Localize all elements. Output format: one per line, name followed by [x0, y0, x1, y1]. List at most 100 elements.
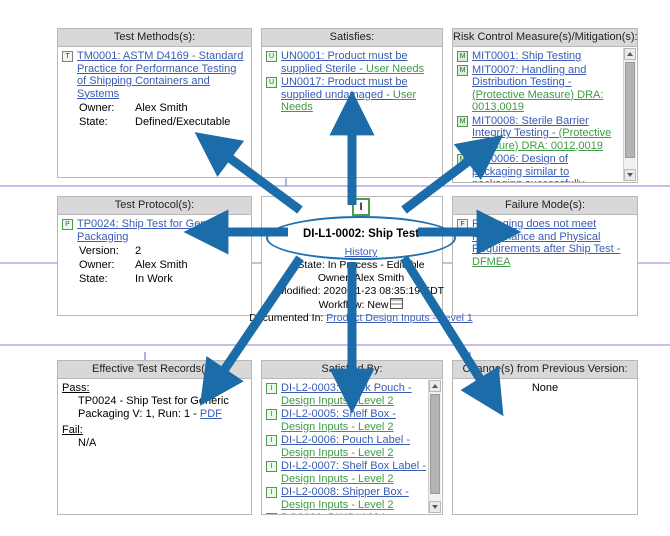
user-need-link[interactable]: UN0017: Product must be supplied undamag… — [281, 76, 408, 101]
design-input-type: Design Inputs - Level 2 — [281, 498, 394, 511]
field-version-label: Version: — [79, 245, 119, 257]
panel-body-satisfied-by: I DI-L2-0003: Tyvek Pouch - Design Input… — [262, 379, 442, 514]
panel-body-test-methods: T TM0001: ASTM D4169 - Standard Practice… — [58, 47, 251, 177]
field-state-value: Defined/Executable — [135, 116, 231, 128]
mitigation-link[interactable]: MIT0007: Handling and Distribution Testi… — [472, 64, 586, 89]
field-version: Version: 2 — [79, 244, 247, 258]
mitigation-icon: M — [457, 115, 468, 127]
panel-failure-modes: Failure Mode(s): F Packaging does not me… — [452, 196, 638, 316]
design-input-icon: I — [266, 409, 277, 420]
field-state-label: State: — [79, 273, 108, 285]
scroll-thumb[interactable] — [430, 394, 440, 494]
test-protocol-link[interactable]: TP0024: Ship Test for Generic Packaging — [77, 218, 224, 243]
design-input-link[interactable]: DI-L2-0005: Shelf Box - — [281, 408, 396, 420]
design-input-type: Design Inputs - Level 2 — [281, 420, 394, 433]
design-input-icon: I — [352, 198, 370, 216]
design-input-link[interactable]: DI-L2-0007: Shelf Box Label - — [281, 460, 426, 472]
user-need-type: User Needs — [366, 62, 425, 75]
field-owner: Owner: Alex Smith — [79, 101, 247, 115]
panel-body-satisfies: U UN0001: Product must be supplied Steri… — [262, 47, 442, 177]
design-input-icon: I — [266, 383, 277, 394]
node-title: DI-L1-0002: Ship Test — [302, 228, 420, 240]
field-state: State: In Work — [79, 272, 247, 286]
failure-mode-icon: F — [457, 219, 468, 230]
panel-title-risk-control: Risk Control Measure(s)/Mitigation(s): — [453, 29, 637, 47]
test-method-link[interactable]: TM0001: ASTM D4169 - Standard Practice f… — [77, 50, 243, 100]
pass-label: Pass: — [62, 382, 90, 394]
list-item[interactable]: M MIT0006: Design of packaging similar t… — [457, 153, 621, 182]
history-link[interactable]: History — [345, 246, 378, 258]
scroll-up-button[interactable] — [624, 48, 636, 60]
list-item[interactable]: M MIT0008: Sterile Barrier Integrity Tes… — [457, 115, 621, 153]
field-owner-label: Owner: — [79, 259, 115, 271]
changes-value: None — [531, 382, 559, 394]
mitigation-link[interactable]: MIT0001: Ship Testing — [472, 50, 581, 62]
panel-title-failure-modes: Failure Mode(s): — [453, 197, 637, 215]
mitigation-detail: (Protective Measure) DRA: 0013,0019 — [472, 88, 604, 114]
list-item[interactable]: U UN0017: Product must be supplied undam… — [266, 76, 438, 114]
panel-body-test-protocol: P TP0024: Ship Test for Generic Packagin… — [58, 215, 251, 315]
test-method-icon: T — [62, 51, 73, 62]
scrollbar-risk-control[interactable] — [623, 48, 636, 181]
user-need-icon: U — [266, 77, 277, 88]
field-state: State: Defined/Executable — [79, 115, 247, 129]
field-version-value: 2 — [135, 245, 142, 257]
panel-title-effective-test-records: Effective Test Records(s): — [58, 361, 251, 379]
list-item[interactable]: M MIT0001: Ship Testing — [457, 50, 621, 63]
panel-body-risk-control: M MIT0001: Ship Testing M MIT0007: Handl… — [453, 47, 637, 182]
list-item[interactable]: O DO0009: DWG#1234 Finished Good assembl… — [266, 512, 426, 514]
panel-title-test-methods: Test Methods(s): — [58, 29, 251, 47]
workflow-icon[interactable] — [390, 298, 404, 309]
fail-label: Fail: — [62, 424, 83, 436]
list-item[interactable]: U UN0001: Product must be supplied Steri… — [266, 50, 438, 75]
panel-satisfied-by: Satisfied By: I DI-L2-0003: Tyvek Pouch … — [261, 360, 443, 515]
pdf-link[interactable]: PDF — [200, 408, 222, 420]
list-item[interactable]: I DI-L2-0005: Shelf Box - Design Inputs … — [266, 408, 426, 433]
scroll-down-button[interactable] — [624, 169, 636, 181]
field-owner-value: Alex Smith — [135, 102, 188, 114]
design-input-icon: I — [266, 487, 277, 498]
field-state-value: In Work — [135, 273, 173, 285]
field-state-label: State: — [79, 116, 108, 128]
node-modified: Modified: 2020-11-23 08:35:19 EDT — [277, 285, 445, 297]
scrollbar-satisfied-by[interactable] — [428, 380, 441, 513]
list-item[interactable]: I DI-L2-0008: Shipper Box - Design Input… — [266, 486, 426, 511]
failure-mode-source: DFMEA — [472, 255, 511, 268]
design-input-type: Design Inputs - Level 2 — [281, 446, 394, 459]
failure-mode-link[interactable]: Packaging does not meet Performance and … — [472, 218, 620, 255]
list-item[interactable]: P TP0024: Ship Test for Generic Packagin… — [62, 218, 247, 243]
panel-title-satisfies: Satisfies: — [262, 29, 442, 47]
field-owner-label: Owner: — [79, 102, 115, 114]
mitigation-link[interactable]: MIT0006: Design of packaging similar to … — [472, 153, 602, 182]
node-state: State: In Process - Editable — [297, 259, 425, 271]
node-documented-label: Documented In: — [249, 312, 327, 324]
list-item[interactable]: I DI-L2-0006: Pouch Label - Design Input… — [266, 434, 426, 459]
list-item[interactable]: I DI-L2-0003: Tyvek Pouch - Design Input… — [266, 382, 426, 407]
center-node: I DI-L1-0002: Ship Test History State: I… — [249, 198, 473, 324]
user-need-icon: U — [266, 51, 277, 62]
design-output-link[interactable]: DO0009: DWG#1234 Finished Good assembly … — [281, 512, 425, 514]
fail-value: N/A — [78, 437, 97, 449]
list-item[interactable]: M MIT0007: Handling and Distribution Tes… — [457, 64, 621, 114]
design-input-link[interactable]: DI-L2-0006: Pouch Label - — [281, 434, 410, 446]
documented-in-link[interactable]: Product Design Inputs - Level 1 — [326, 312, 473, 324]
scroll-up-button[interactable] — [429, 380, 441, 392]
panel-changes: Change(s) from Previous Version: None — [452, 360, 638, 515]
panel-body-effective-test-records: Pass: TP0024 - Ship Test for Generic Pac… — [58, 379, 251, 514]
scroll-thumb[interactable] — [625, 62, 635, 158]
mitigation-icon: M — [457, 51, 468, 62]
test-protocol-icon: P — [62, 219, 73, 230]
node-workflow: Workflow: New — [318, 299, 389, 311]
pass-record: TP0024 - Ship Test for Generic Packaging… — [78, 395, 247, 421]
list-item[interactable]: I DI-L2-0007: Shelf Box Label - Design I… — [266, 460, 426, 485]
design-input-link[interactable]: DI-L2-0008: Shipper Box - — [281, 486, 409, 498]
node-owner: Owner: Alex Smith — [317, 272, 405, 284]
list-item[interactable]: T TM0001: ASTM D4169 - Standard Practice… — [62, 50, 247, 100]
field-owner: Owner: Alex Smith — [79, 258, 247, 272]
design-output-icon: O — [266, 513, 277, 514]
scroll-down-button[interactable] — [429, 501, 441, 513]
panel-effective-test-records: Effective Test Records(s): Pass: TP0024 … — [57, 360, 252, 515]
field-owner-value: Alex Smith — [135, 259, 188, 271]
list-item[interactable]: F Packaging does not meet Performance an… — [457, 218, 633, 268]
design-input-link[interactable]: DI-L2-0003: Tyvek Pouch - — [281, 382, 412, 394]
